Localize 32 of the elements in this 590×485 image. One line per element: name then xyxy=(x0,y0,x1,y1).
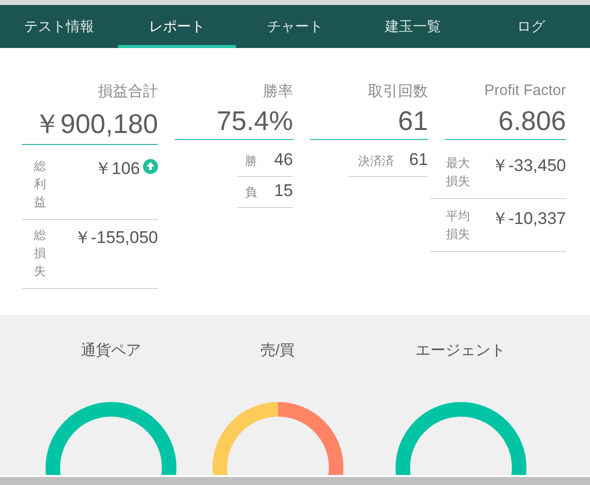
chart-title: エージェント xyxy=(416,341,506,361)
stat-label: Profit Factor xyxy=(483,82,566,101)
detail-label: 総損失 xyxy=(34,227,46,280)
detail-label: 総利益 xyxy=(34,158,46,211)
stat-value: 6.806 xyxy=(445,104,566,140)
detail-label: 勝 xyxy=(245,153,257,170)
detail-value: ￥-33,450 xyxy=(491,155,566,177)
chart-title: 通貨ペア xyxy=(81,341,141,361)
horizontal-scrollbar[interactable] xyxy=(0,475,590,485)
tab[interactable]: レポート xyxy=(118,5,236,48)
detail-label: 負 xyxy=(245,184,257,201)
stat-value: ￥900,180 xyxy=(22,104,158,145)
tab[interactable]: テスト情報 xyxy=(0,5,118,48)
stat-label: 勝率 xyxy=(262,82,293,102)
stat-value: 61 xyxy=(310,104,428,140)
detail-label: 決済済 xyxy=(358,153,394,170)
tab[interactable]: チャート xyxy=(236,5,354,48)
stat-label: 取引回数 xyxy=(367,82,428,102)
detail-value: ￥-10,337 xyxy=(491,208,566,230)
detail-label: 平均損失 xyxy=(446,208,470,243)
scroll-up-icon[interactable] xyxy=(143,159,158,174)
stat-value: 75.4% xyxy=(175,104,293,140)
tab[interactable]: 建玉一覧 xyxy=(354,5,472,48)
detail-label: 最大損失 xyxy=(446,155,470,190)
detail-value: 46 xyxy=(274,150,293,171)
detail-value: 61 xyxy=(409,150,428,171)
tab[interactable]: ログ xyxy=(472,5,590,48)
chart-title: 売/買 xyxy=(260,341,295,361)
stat-label: 損益合計 xyxy=(97,82,158,102)
detail-value: 15 xyxy=(274,181,293,202)
detail-value: ￥106 xyxy=(94,158,140,180)
detail-value: ￥-155,050 xyxy=(74,227,158,249)
